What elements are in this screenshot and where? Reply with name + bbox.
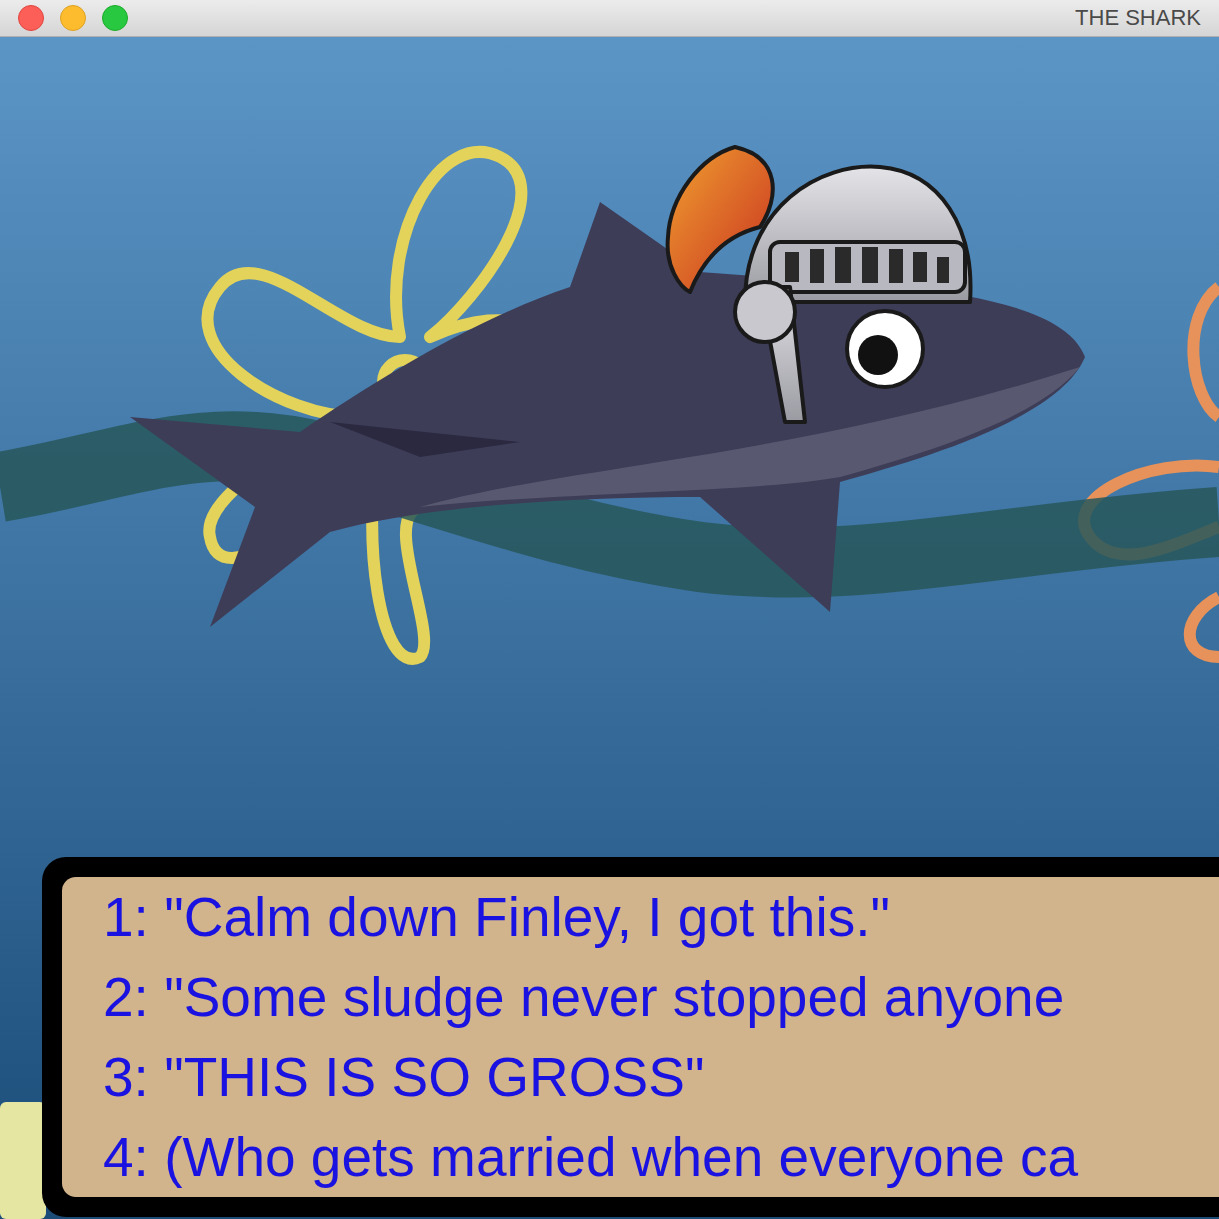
close-button[interactable] bbox=[18, 5, 44, 31]
dialogue-option[interactable]: 4: (Who gets married when everyone ca bbox=[103, 1117, 1219, 1197]
game-scene: 1: "Calm down Finley, I got this."2: "So… bbox=[0, 37, 1219, 1219]
dialogue-option[interactable]: 3: "THIS IS SO GROSS" bbox=[103, 1037, 1219, 1117]
googly-eye-icon bbox=[847, 311, 923, 387]
shark-character bbox=[130, 202, 1085, 627]
window-controls bbox=[18, 5, 128, 31]
dialogue-option[interactable]: 1: "Calm down Finley, I got this." bbox=[103, 877, 1219, 957]
orange-flower-icon bbox=[1084, 287, 1219, 657]
window-title: THE SHARK bbox=[1075, 5, 1201, 31]
dialogue-panel: 1: "Calm down Finley, I got this."2: "So… bbox=[62, 877, 1219, 1197]
title-bar: THE SHARK bbox=[0, 0, 1219, 37]
sponge-block bbox=[0, 1102, 46, 1219]
zoom-button[interactable] bbox=[102, 5, 128, 31]
game-window: THE SHARK 1: "Calm down Finley, I got th… bbox=[0, 0, 1219, 1219]
dialogue-box: 1: "Calm down Finley, I got this."2: "So… bbox=[42, 857, 1219, 1217]
minimize-button[interactable] bbox=[60, 5, 86, 31]
dialogue-option[interactable]: 2: "Some sludge never stopped anyone bbox=[103, 957, 1219, 1037]
helmet-icon bbox=[668, 147, 971, 422]
